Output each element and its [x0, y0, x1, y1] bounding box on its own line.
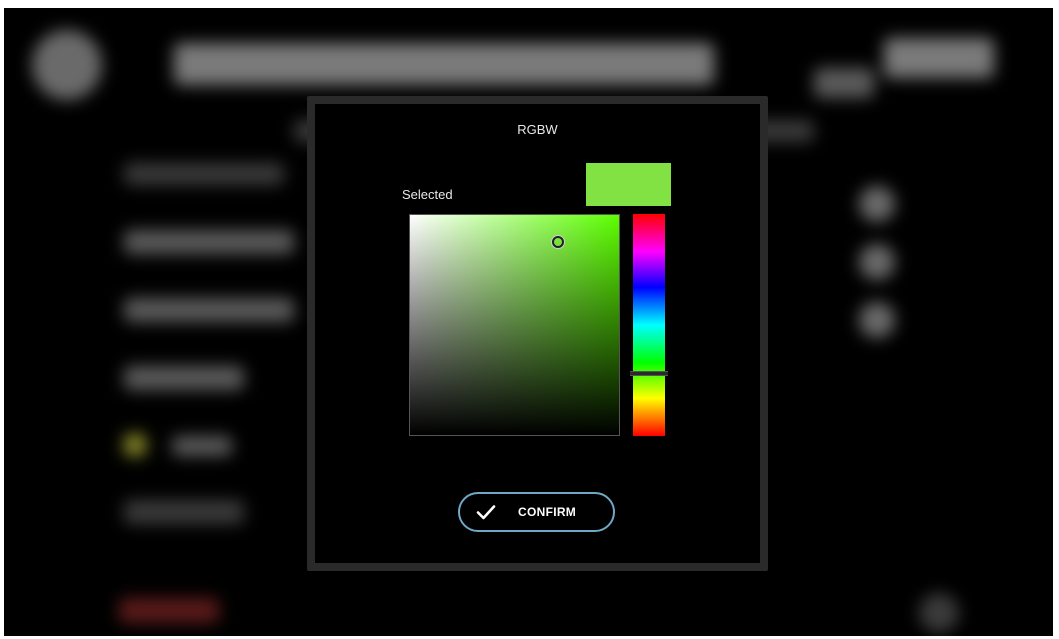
confirm-button-label: CONFIRM: [518, 505, 577, 519]
black-gradient-layer: [410, 215, 619, 435]
app-screen: RGBW Selected CONFIRM: [4, 8, 1053, 636]
selected-color-swatch: [586, 163, 671, 206]
selected-label: Selected: [402, 187, 453, 202]
confirm-button[interactable]: CONFIRM: [458, 492, 615, 532]
color-picker-dialog: RGBW Selected CONFIRM: [315, 104, 760, 563]
hue-slider-handle[interactable]: [630, 371, 668, 377]
dialog-title: RGBW: [517, 122, 558, 137]
checkmark-icon: [476, 505, 496, 520]
hue-slider[interactable]: [630, 214, 668, 436]
color-picker-dialog-frame: RGBW Selected CONFIRM: [307, 96, 768, 571]
color-picker-handle[interactable]: [551, 235, 564, 248]
saturation-brightness-picker[interactable]: [409, 214, 620, 436]
